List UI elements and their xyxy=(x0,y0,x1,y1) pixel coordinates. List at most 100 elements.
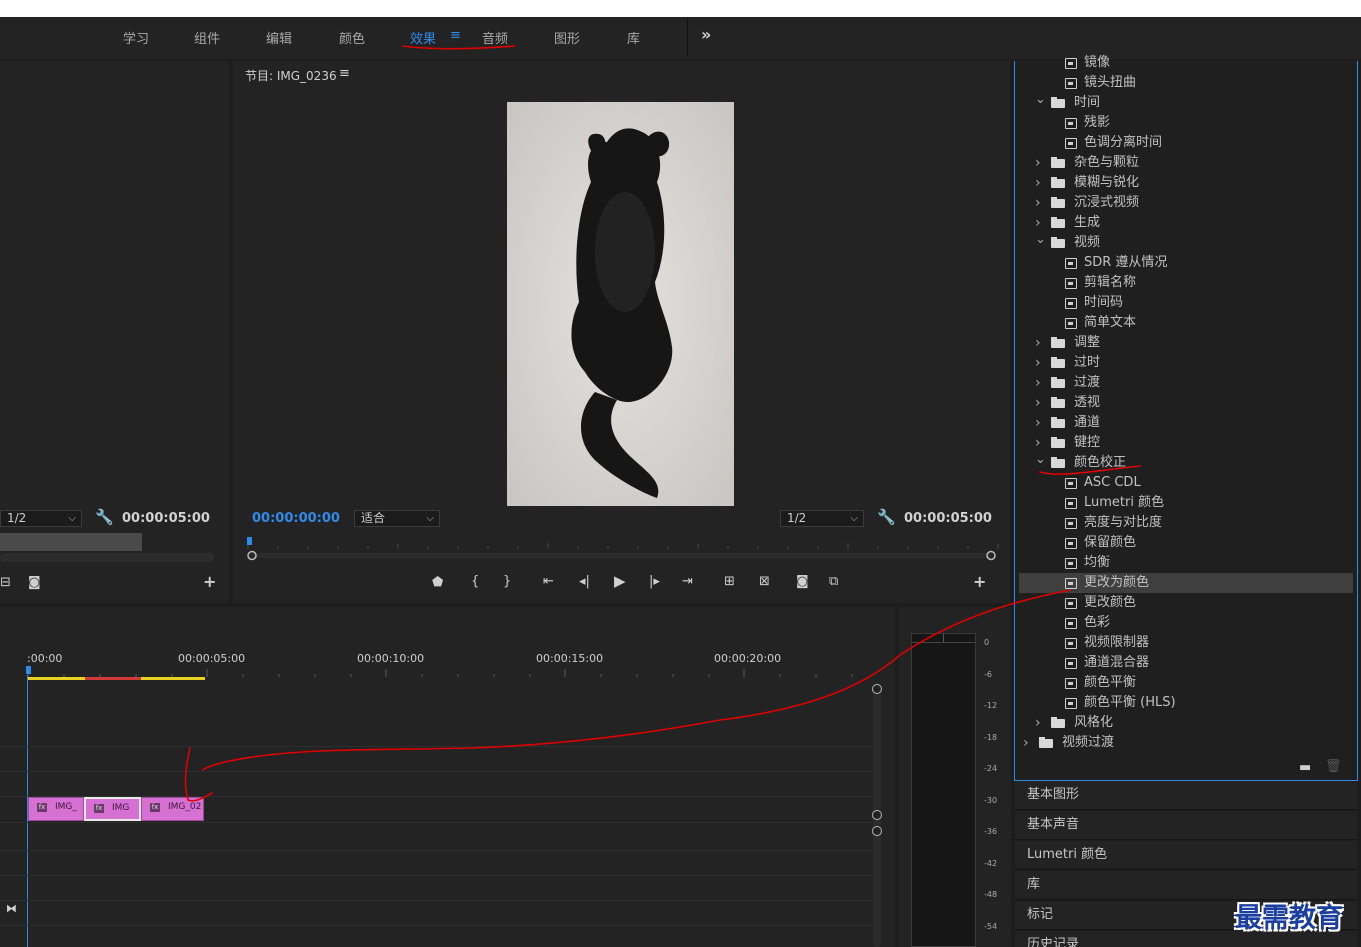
chevron-right-icon[interactable]: › xyxy=(1035,193,1045,213)
track-divider xyxy=(0,822,872,823)
effects-item[interactable]: 色调分离时间 xyxy=(1019,133,1353,153)
workspace-tab-assembly[interactable]: 组件 xyxy=(194,28,220,47)
effects-folder[interactable]: ⌄ 视频 xyxy=(1019,230,1353,253)
chevron-right-icon[interactable]: › xyxy=(1035,153,1045,173)
effects-item[interactable]: 简单文本 xyxy=(1019,313,1353,333)
effects-item[interactable]: 时间码 xyxy=(1019,293,1353,313)
lift-icon[interactable]: ⊞ xyxy=(724,575,735,589)
mark-in-icon[interactable]: { xyxy=(471,575,479,589)
effects-item[interactable]: 视频限制器 xyxy=(1019,633,1353,653)
chevron-right-icon[interactable]: › xyxy=(1023,733,1033,753)
program-fit-select[interactable]: 适合 ⌵ xyxy=(354,510,440,527)
workspace-tab-editing[interactable]: 编辑 xyxy=(266,28,292,47)
workspace-tab-color[interactable]: 颜色 xyxy=(339,28,365,47)
effects-item[interactable]: 保留颜色 xyxy=(1019,533,1353,553)
effects-item[interactable]: 颜色平衡 (HLS) xyxy=(1019,693,1353,713)
mark-out-icon[interactable]: } xyxy=(503,575,511,589)
effects-item[interactable]: 残影 xyxy=(1019,113,1353,133)
camera-icon[interactable]: ◙ xyxy=(28,576,41,590)
effects-item[interactable]: SDR 遵从情况 xyxy=(1019,253,1353,273)
step-forward-icon[interactable]: |▸ xyxy=(649,575,660,589)
effects-item[interactable]: 镜像 xyxy=(1019,53,1353,73)
extract-icon[interactable]: ⊠ xyxy=(759,575,770,589)
play-icon[interactable]: ▶ xyxy=(614,574,626,589)
program-playhead-timecode[interactable]: 00:00:00:00 xyxy=(252,511,340,526)
timeline-clip[interactable]: fx IMG_02 xyxy=(141,797,204,821)
effects-item[interactable]: 更改颜色 xyxy=(1019,593,1353,613)
panel-essential-sound[interactable]: 基本声音 xyxy=(1015,811,1357,840)
marker-icon[interactable]: ⬟ xyxy=(432,576,443,590)
effects-item[interactable]: Lumetri 颜色 xyxy=(1019,493,1353,513)
panel-menu-icon[interactable]: ≡ xyxy=(339,66,350,81)
program-time-ruler[interactable] xyxy=(243,535,1003,565)
trash-icon[interactable]: 🗑 xyxy=(1325,760,1342,774)
scroll-handle-top[interactable] xyxy=(872,684,882,694)
effects-folder[interactable]: › 沉浸式视频 xyxy=(1019,193,1353,213)
source-zoom-bar[interactable] xyxy=(0,533,142,551)
new-bin-folder-icon[interactable]: ▬ xyxy=(1299,761,1311,775)
chevron-down-icon[interactable]: ⌄ xyxy=(1035,90,1046,110)
go-to-out-icon[interactable]: ⇥ xyxy=(682,575,693,589)
source-zoom-select[interactable]: 1/2 ⌵ xyxy=(0,510,82,527)
workspace-tab-effects[interactable]: 效果 xyxy=(410,28,436,47)
effects-folder[interactable]: › 杂色与颗粒 xyxy=(1019,153,1353,173)
timeline-clip-selected[interactable]: fx IMG xyxy=(84,797,141,821)
effects-item[interactable]: 更改为颜色 xyxy=(1019,573,1353,593)
effects-folder[interactable]: › 通道 xyxy=(1019,413,1353,433)
effects-item[interactable]: 剪辑名称 xyxy=(1019,273,1353,293)
effects-folder[interactable]: › 视频过渡 xyxy=(1019,733,1353,753)
effects-folder[interactable]: › 过时 xyxy=(1019,353,1353,373)
timeline-clip[interactable]: fx IMG_ xyxy=(28,797,84,821)
insert-icon[interactable]: ⊟ xyxy=(0,576,11,590)
effects-folder[interactable]: › 调整 xyxy=(1019,333,1353,353)
effects-item[interactable]: 色彩 xyxy=(1019,613,1353,633)
add-button-icon[interactable]: + xyxy=(203,574,216,590)
program-zoom-select[interactable]: 1/2 ⌵ xyxy=(780,510,864,527)
export-frame-camera-icon[interactable]: ◙ xyxy=(796,575,809,589)
effects-item[interactable]: 颜色平衡 xyxy=(1019,673,1353,693)
effects-folder[interactable]: › 过渡 xyxy=(1019,373,1353,393)
chevron-right-icon[interactable]: › xyxy=(1035,353,1045,373)
source-scrollbar[interactable] xyxy=(0,553,214,562)
chevron-right-icon[interactable]: › xyxy=(1035,333,1045,353)
wrench-icon[interactable]: 🔧 xyxy=(95,510,114,525)
go-to-in-icon[interactable]: ⇤ xyxy=(543,575,554,589)
add-button-icon[interactable]: + xyxy=(973,574,986,590)
chevron-right-icon[interactable]: › xyxy=(1035,713,1045,733)
effects-folder[interactable]: ⌄ 时间 xyxy=(1019,90,1353,113)
zoom-fit-icon[interactable]: ⧓ xyxy=(6,902,17,916)
scroll-handle-mid[interactable] xyxy=(872,810,882,820)
wrench-icon[interactable]: 🔧 xyxy=(877,510,896,525)
effects-folder-label: 杂色与颗粒 xyxy=(1074,155,1140,170)
chevron-right-icon[interactable]: › xyxy=(1035,413,1045,433)
effects-folder[interactable]: › 键控 xyxy=(1019,433,1353,453)
effects-folder[interactable]: › 风格化 xyxy=(1019,713,1353,733)
workspace-overflow-icon[interactable]: » xyxy=(701,25,711,44)
effects-item[interactable]: 镜头扭曲 xyxy=(1019,73,1353,93)
timeline-ruler[interactable] xyxy=(0,665,895,685)
effects-folder[interactable]: ⌄ 颜色校正 xyxy=(1019,450,1353,473)
workspace-tab-libraries[interactable]: 库 xyxy=(627,28,640,47)
chevron-down-icon[interactable]: ⌄ xyxy=(1035,450,1046,470)
step-back-icon[interactable]: ◂| xyxy=(579,575,590,589)
chevron-right-icon[interactable]: › xyxy=(1035,393,1045,413)
chevron-right-icon[interactable]: › xyxy=(1035,373,1045,393)
panel-essential-graphics[interactable]: 基本图形 xyxy=(1015,781,1357,810)
chevron-down-icon[interactable]: ⌄ xyxy=(1035,230,1046,250)
workspace-tab-graphics[interactable]: 图形 xyxy=(554,28,580,47)
effects-folder[interactable]: › 透视 xyxy=(1019,393,1353,413)
workspace-tab-audio[interactable]: 音频 xyxy=(482,28,508,47)
effects-folder[interactable]: › 生成 xyxy=(1019,213,1353,233)
workspace-tab-learn[interactable]: 学习 xyxy=(123,28,149,47)
effects-folder[interactable]: › 模糊与锐化 xyxy=(1019,173,1353,193)
effects-item[interactable]: ASC CDL xyxy=(1019,473,1353,493)
effects-item[interactable]: 通道混合器 xyxy=(1019,653,1353,673)
program-monitor-title[interactable]: 节目: IMG_0236 xyxy=(245,67,337,84)
chevron-right-icon[interactable]: › xyxy=(1035,173,1045,193)
panel-lumetri-color[interactable]: Lumetri 颜色 xyxy=(1015,841,1357,870)
workspace-menu-icon[interactable]: ≡ xyxy=(450,28,461,43)
comparison-view-icon[interactable]: ⧉ xyxy=(829,575,838,589)
scroll-handle-low[interactable] xyxy=(872,826,882,836)
effects-item[interactable]: 亮度与对比度 xyxy=(1019,513,1353,533)
effects-item[interactable]: 均衡 xyxy=(1019,553,1353,573)
